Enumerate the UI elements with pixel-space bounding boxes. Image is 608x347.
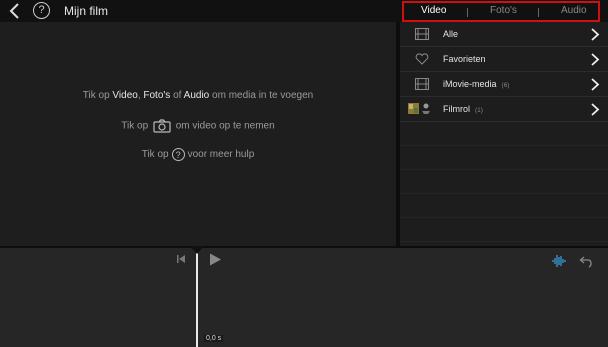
library-item-camera-roll[interactable]: Filmrol (1)	[400, 97, 608, 122]
heart-icon	[415, 53, 429, 65]
empty-list-row	[400, 194, 608, 218]
library-item-label: Favorieten	[443, 54, 486, 64]
timecode: 0,0 s	[204, 335, 224, 342]
instruction-audio-word: Audio	[183, 90, 210, 101]
instruction-text: om video op te nemen	[175, 120, 275, 132]
library-item-count: (1)	[475, 107, 483, 114]
tab-divider	[467, 8, 468, 17]
preview-area: Tik op Video, Foto's of Audio om media i…	[0, 22, 396, 246]
instruction-add-media: Tik op Video, Foto's of Audio om media i…	[0, 90, 396, 101]
instruction-photos-word: Foto's	[143, 90, 171, 101]
help-circle-icon[interactable]: ?	[171, 148, 185, 161]
instruction-text: Tik op	[141, 149, 169, 161]
media-type-tabs: Video Foto's Audio	[402, 1, 600, 22]
library-item-all[interactable]: Alle	[400, 22, 608, 47]
instruction-record-video: Tik op om video op te nemen	[0, 119, 396, 133]
empty-list-row	[400, 218, 608, 242]
timeline-divider	[0, 246, 608, 248]
instruction-text: of	[170, 90, 184, 101]
photo-thumbnail-icon	[408, 103, 430, 114]
chevron-right-icon	[591, 28, 600, 41]
film-strip-icon	[415, 28, 429, 40]
tab-audio[interactable]: Audio	[561, 5, 587, 16]
instruction-text: voor meer hulp	[187, 149, 255, 161]
instruction-video-word: Video	[112, 90, 138, 101]
undo-icon[interactable]	[579, 254, 595, 268]
instruction-text: om media in te voegen	[209, 90, 314, 101]
playhead[interactable]	[196, 246, 198, 347]
back-chevron-icon[interactable]	[8, 2, 22, 20]
play-icon[interactable]	[209, 253, 222, 266]
library-item-label: iMovie-media (6)	[443, 79, 510, 89]
tab-divider	[538, 8, 539, 17]
library-item-count: (6)	[501, 82, 510, 89]
top-bar: ? Mijn film Video Foto's Audio	[0, 0, 608, 22]
playhead-marker	[190, 246, 204, 254]
instruction-text: Tik op	[121, 120, 149, 132]
instruction-text: Tik op	[82, 90, 113, 101]
camera-icon[interactable]	[153, 119, 171, 133]
tab-video[interactable]: Video	[421, 5, 446, 16]
audio-waveform-icon[interactable]	[552, 254, 566, 268]
chevron-right-icon	[591, 78, 600, 91]
empty-list-row	[400, 146, 608, 170]
timeline[interactable]: 0,0 s	[0, 246, 608, 347]
help-button[interactable]: ?	[33, 2, 50, 19]
empty-list-row	[400, 122, 608, 146]
library-item-imovie-media[interactable]: iMovie-media (6)	[400, 72, 608, 97]
chevron-right-icon	[591, 103, 600, 116]
project-title: Mijn film	[64, 4, 108, 18]
film-strip-icon	[415, 78, 429, 90]
instruction-help: Tik op? voor meer hulp	[0, 148, 396, 161]
library-item-favorites[interactable]: Favorieten	[400, 47, 608, 72]
chevron-right-icon	[591, 53, 600, 66]
skip-to-start-icon[interactable]	[176, 254, 186, 264]
library-item-label: Filmrol (1)	[443, 104, 483, 114]
tab-photos[interactable]: Foto's	[490, 5, 517, 16]
media-library-panel: Alle Favorieten iMovie-media (6) Filmrol(…	[400, 22, 608, 246]
library-item-label: Alle	[443, 29, 459, 39]
empty-list-row	[400, 170, 608, 194]
